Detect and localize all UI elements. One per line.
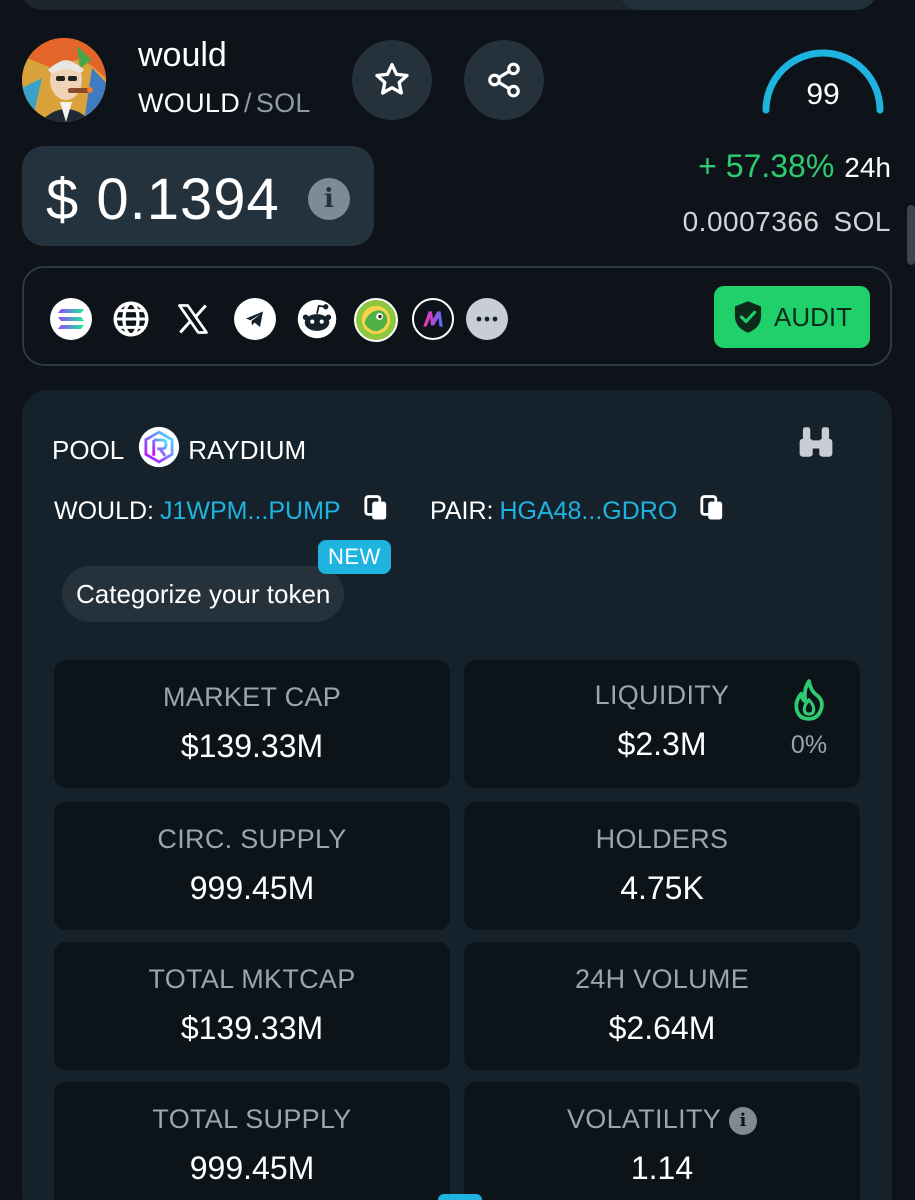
stat-circ-supply: CIRC. SUPPLY 999.45M: [54, 802, 450, 930]
stat-label: TOTAL MKTCAP: [148, 964, 356, 994]
score-value: 99: [806, 78, 840, 111]
stat-liquidity: LIQUIDITY $2.3M 0%: [464, 660, 860, 788]
dex-name: RAYDIUM: [188, 435, 307, 465]
token-address-row: WOULD: J1WPM...PUMP: [54, 494, 389, 529]
pair-separator: /: [244, 88, 252, 118]
sol-price-unit: SOL: [833, 206, 891, 237]
pool-card: POOL RAYDIUM WOULD: J1WPM...PUMP PAIR: H…: [22, 390, 892, 1200]
token-price: $ 0.1394: [46, 167, 280, 232]
top-panel-tab[interactable]: [618, 0, 878, 10]
categorize-button[interactable]: Categorize your token: [62, 566, 345, 622]
stat-label: VOLATILITY: [566, 1104, 722, 1134]
liquidity-burn: 0%: [790, 678, 828, 760]
flame-icon: [794, 679, 824, 721]
price-box: $ 0.1394 i: [22, 146, 374, 246]
token-name: would: [138, 36, 227, 74]
stat-total-supply: TOTAL SUPPLY 999.45M: [54, 1082, 450, 1200]
stat-label: 24H VOLUME: [574, 964, 750, 994]
social-links-bar: AUDIT: [22, 266, 892, 366]
pair-address-row: PAIR: HGA48...GDRO: [430, 494, 725, 529]
price-in-sol: 0.0007366 SOL: [683, 206, 891, 238]
base-symbol: SOL: [255, 88, 311, 118]
stat-24h-volume: 24H VOLUME $2.64M: [464, 942, 860, 1070]
new-badge: NEW: [318, 540, 391, 574]
favorite-button[interactable]: [352, 40, 432, 120]
pair-address-label: PAIR:: [430, 497, 494, 525]
token-pair: WOULD / SOL: [138, 88, 311, 119]
stat-label: CIRC. SUPPLY: [157, 824, 347, 854]
token-avatar: [22, 38, 106, 122]
price-change: + 57.38% 24h: [698, 148, 891, 185]
reddit-icon[interactable]: [296, 298, 338, 340]
audit-button[interactable]: AUDIT: [714, 286, 870, 348]
star-icon: [375, 63, 409, 95]
share-icon: [488, 62, 520, 98]
token-symbol: WOULD: [138, 88, 240, 118]
x-icon[interactable]: [172, 298, 214, 340]
pool-row: POOL RAYDIUM: [52, 426, 306, 475]
binoculars-icon[interactable]: [796, 424, 836, 465]
pool-label: POOL: [52, 435, 125, 465]
change-period: 24h: [844, 152, 891, 183]
solana-icon[interactable]: [50, 298, 92, 340]
stat-value: 999.45M: [189, 870, 315, 906]
stat-value: $2.64M: [608, 1010, 716, 1046]
scrollbar-thumb[interactable]: [907, 205, 915, 265]
stat-value: $139.33M: [180, 728, 324, 764]
stat-label: HOLDERS: [595, 824, 729, 854]
coingecko-icon[interactable]: [354, 298, 398, 342]
change-percent: + 57.38%: [698, 148, 835, 184]
telegram-icon[interactable]: [234, 298, 276, 340]
share-button[interactable]: [464, 40, 544, 120]
sol-price-value: 0.0007366: [682, 206, 820, 237]
top-panel: [20, 0, 878, 10]
stat-total-mktcap: TOTAL MKTCAP $139.33M: [54, 942, 450, 1070]
stat-volatility: VOLATILITY i 1.14: [464, 1082, 860, 1200]
pair-address[interactable]: HGA48...GDRO: [499, 497, 677, 526]
token-address[interactable]: J1WPM...PUMP: [160, 497, 341, 526]
info-icon[interactable]: i: [308, 178, 350, 220]
stat-value: 4.75K: [620, 870, 704, 906]
stat-value: 1.14: [630, 1150, 694, 1186]
shield-check-icon: [734, 301, 762, 333]
audit-label: AUDIT: [774, 301, 852, 332]
token-address-label: WOULD:: [54, 497, 154, 525]
stat-value: $139.33M: [180, 1010, 324, 1046]
copy-icon[interactable]: [363, 494, 389, 529]
stat-label: MARKET CAP: [162, 682, 342, 712]
more-icon[interactable]: [466, 298, 508, 340]
stat-market-cap: MARKET CAP $139.33M: [54, 660, 450, 788]
stat-label-row: VOLATILITY i: [464, 1104, 860, 1135]
stat-holders[interactable]: HOLDERS 4.75K: [464, 802, 860, 930]
stat-label: TOTAL SUPPLY: [152, 1104, 352, 1134]
dextools-icon[interactable]: [412, 298, 454, 340]
burn-percent: 0%: [790, 731, 828, 759]
floating-button-edge[interactable]: [438, 1194, 482, 1200]
stat-value: 999.45M: [189, 1150, 315, 1186]
copy-icon[interactable]: [699, 494, 725, 529]
info-icon[interactable]: i: [729, 1106, 758, 1135]
globe-icon[interactable]: [110, 298, 152, 340]
raydium-icon: [138, 426, 180, 475]
